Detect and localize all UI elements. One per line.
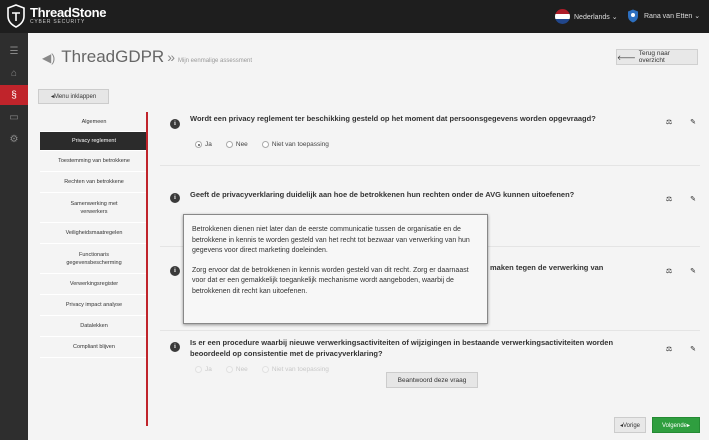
radio-nee-label: Nee (235, 366, 248, 373)
breadcrumb-subtitle: Mijn eenmalige assessment (178, 58, 253, 64)
menu-item-pia[interactable]: Privacy impact analyse (40, 295, 148, 316)
privacy-icon[interactable]: § (0, 85, 28, 105)
book-icon[interactable]: ▭ (0, 107, 28, 127)
question-3-actions: ⚖ ✎ (652, 265, 700, 277)
netherlands-flag-icon (555, 9, 570, 24)
tooltip-paragraph-1: Betrokkenen dienen niet later dan de eer… (192, 226, 470, 254)
comment-icon[interactable]: ✎ (686, 343, 700, 355)
page-title: ◀) ThreadGDPR » Mijn eenmalige assessmen… (42, 47, 252, 67)
previous-button[interactable]: ◂Vorige (614, 417, 646, 433)
radio-ja[interactable]: Ja (195, 141, 212, 148)
comment-icon[interactable]: ✎ (686, 265, 700, 277)
brand-logo[interactable]: ThreadStone CYBER SECURITY (6, 4, 106, 28)
menu-item-veiligheid[interactable]: Veiligheidsmaatregelen (40, 223, 148, 244)
radio-ja-label: Ja (205, 141, 212, 148)
tooltip-paragraph-2: Zorg ervoor dat de betrokkenen in kennis… (192, 266, 469, 295)
menu-item-rechten[interactable]: Rechten van betrokkene (40, 172, 148, 193)
menu-item-toestemming[interactable]: Toestemming van betrokkene (40, 151, 148, 172)
radio-nvt[interactable]: Niet van toepassing (261, 141, 329, 148)
info-icon[interactable]: i (170, 342, 180, 352)
question-4-text: Is er een procedure waarbij nieuwe verwe… (190, 338, 614, 358)
gavel-icon[interactable]: ⚖ (662, 193, 676, 205)
left-nav: ☰ ⌂ § ▭ ⚙ (0, 33, 28, 440)
menu-item-datalekken[interactable]: Datalekken (40, 316, 148, 337)
question-1-actions: ⚖ ✎ (652, 116, 700, 128)
shield-logo-icon (7, 4, 25, 28)
menu-item-privacy-reglement[interactable]: Privacy reglement (40, 132, 148, 151)
question-1-options: Ja Nee Niet van toepassing (195, 141, 343, 148)
info-icon[interactable]: i (170, 193, 180, 203)
sound-icon: ◀) (42, 51, 56, 65)
radio-ja-label: Ja (205, 366, 212, 373)
arrow-left-icon: 🡐 (617, 54, 636, 62)
brand-tagline: CYBER SECURITY (30, 19, 86, 25)
gear-icon[interactable]: ⚙ (0, 129, 28, 149)
menu-icon[interactable]: ☰ (0, 41, 28, 61)
breadcrumb-separator: » (167, 49, 176, 65)
radio-nvt-label: Niet van toepassing (271, 366, 329, 373)
user-name: Rana van Etten ⌄ (644, 13, 701, 20)
question-4-options: Ja Nee Niet van toepassing (195, 366, 343, 373)
language-selector[interactable]: Nederlands ⌄ (555, 9, 618, 24)
top-bar: ThreadStone CYBER SECURITY Nederlands ⌄ … (0, 0, 709, 33)
page-title-text: ThreadGDPR (61, 47, 165, 66)
info-icon[interactable]: i (170, 119, 180, 129)
user-menu[interactable]: Rana van Etten ⌄ (627, 9, 700, 23)
menu-item-functionaris[interactable]: Functionaris gegevensbescherming (40, 244, 148, 274)
gavel-icon[interactable]: ⚖ (662, 116, 676, 128)
info-tooltip: Betrokkenen dienen niet later dan de eer… (183, 214, 488, 324)
menu-item-verwerkingsregister[interactable]: Verwerkingsregister (40, 274, 148, 295)
radio-nvt[interactable]: Niet van toepassing (261, 366, 329, 373)
radio-nee-label: Nee (235, 141, 248, 148)
comment-icon[interactable]: ✎ (686, 193, 700, 205)
back-button-label: Terug naar overzicht (638, 50, 670, 64)
language-label: Nederlands ⌄ (574, 13, 618, 21)
home-icon[interactable]: ⌂ (0, 63, 28, 83)
menu-item-samenwerking[interactable]: Samenwerking met verwerkers (40, 193, 148, 223)
menu-divider (146, 112, 148, 426)
radio-ja[interactable]: Ja (195, 366, 212, 373)
divider (160, 165, 700, 166)
gavel-icon[interactable]: ⚖ (662, 343, 676, 355)
divider (160, 330, 700, 331)
menu-item-compliant[interactable]: Compliant blijven (40, 337, 148, 358)
question-4-actions: ⚖ ✎ (652, 343, 700, 355)
answer-question-button[interactable]: Beantwoord deze vraag (386, 372, 478, 388)
radio-nee[interactable]: Nee (225, 366, 248, 373)
gavel-icon[interactable]: ⚖ (662, 265, 676, 277)
back-to-overview-button[interactable]: 🡐 Terug naar overzicht (616, 49, 698, 65)
radio-nee[interactable]: Nee (225, 141, 248, 148)
brand-name: ThreadStone (30, 5, 107, 20)
collapse-menu-button[interactable]: ◂Menu inklappen (38, 89, 109, 104)
question-2-actions: ⚖ ✎ (652, 193, 700, 205)
user-shield-icon (628, 9, 638, 23)
radio-nvt-label: Niet van toepassing (271, 141, 329, 148)
menu-item-algemeen[interactable]: Algemeen (40, 112, 148, 132)
next-button[interactable]: Volgende▸ (652, 417, 700, 433)
question-2-text: Geeft de privacyverklaring duidelijk aan… (190, 190, 575, 199)
question-1-text: Wordt een privacy reglement ter beschikk… (190, 114, 596, 123)
comment-icon[interactable]: ✎ (686, 116, 700, 128)
info-icon[interactable]: i (170, 266, 180, 276)
section-menu: Algemeen Privacy reglement Toestemming v… (40, 112, 148, 358)
question-3-text-visible: maken tegen de verwerking van (490, 263, 604, 272)
